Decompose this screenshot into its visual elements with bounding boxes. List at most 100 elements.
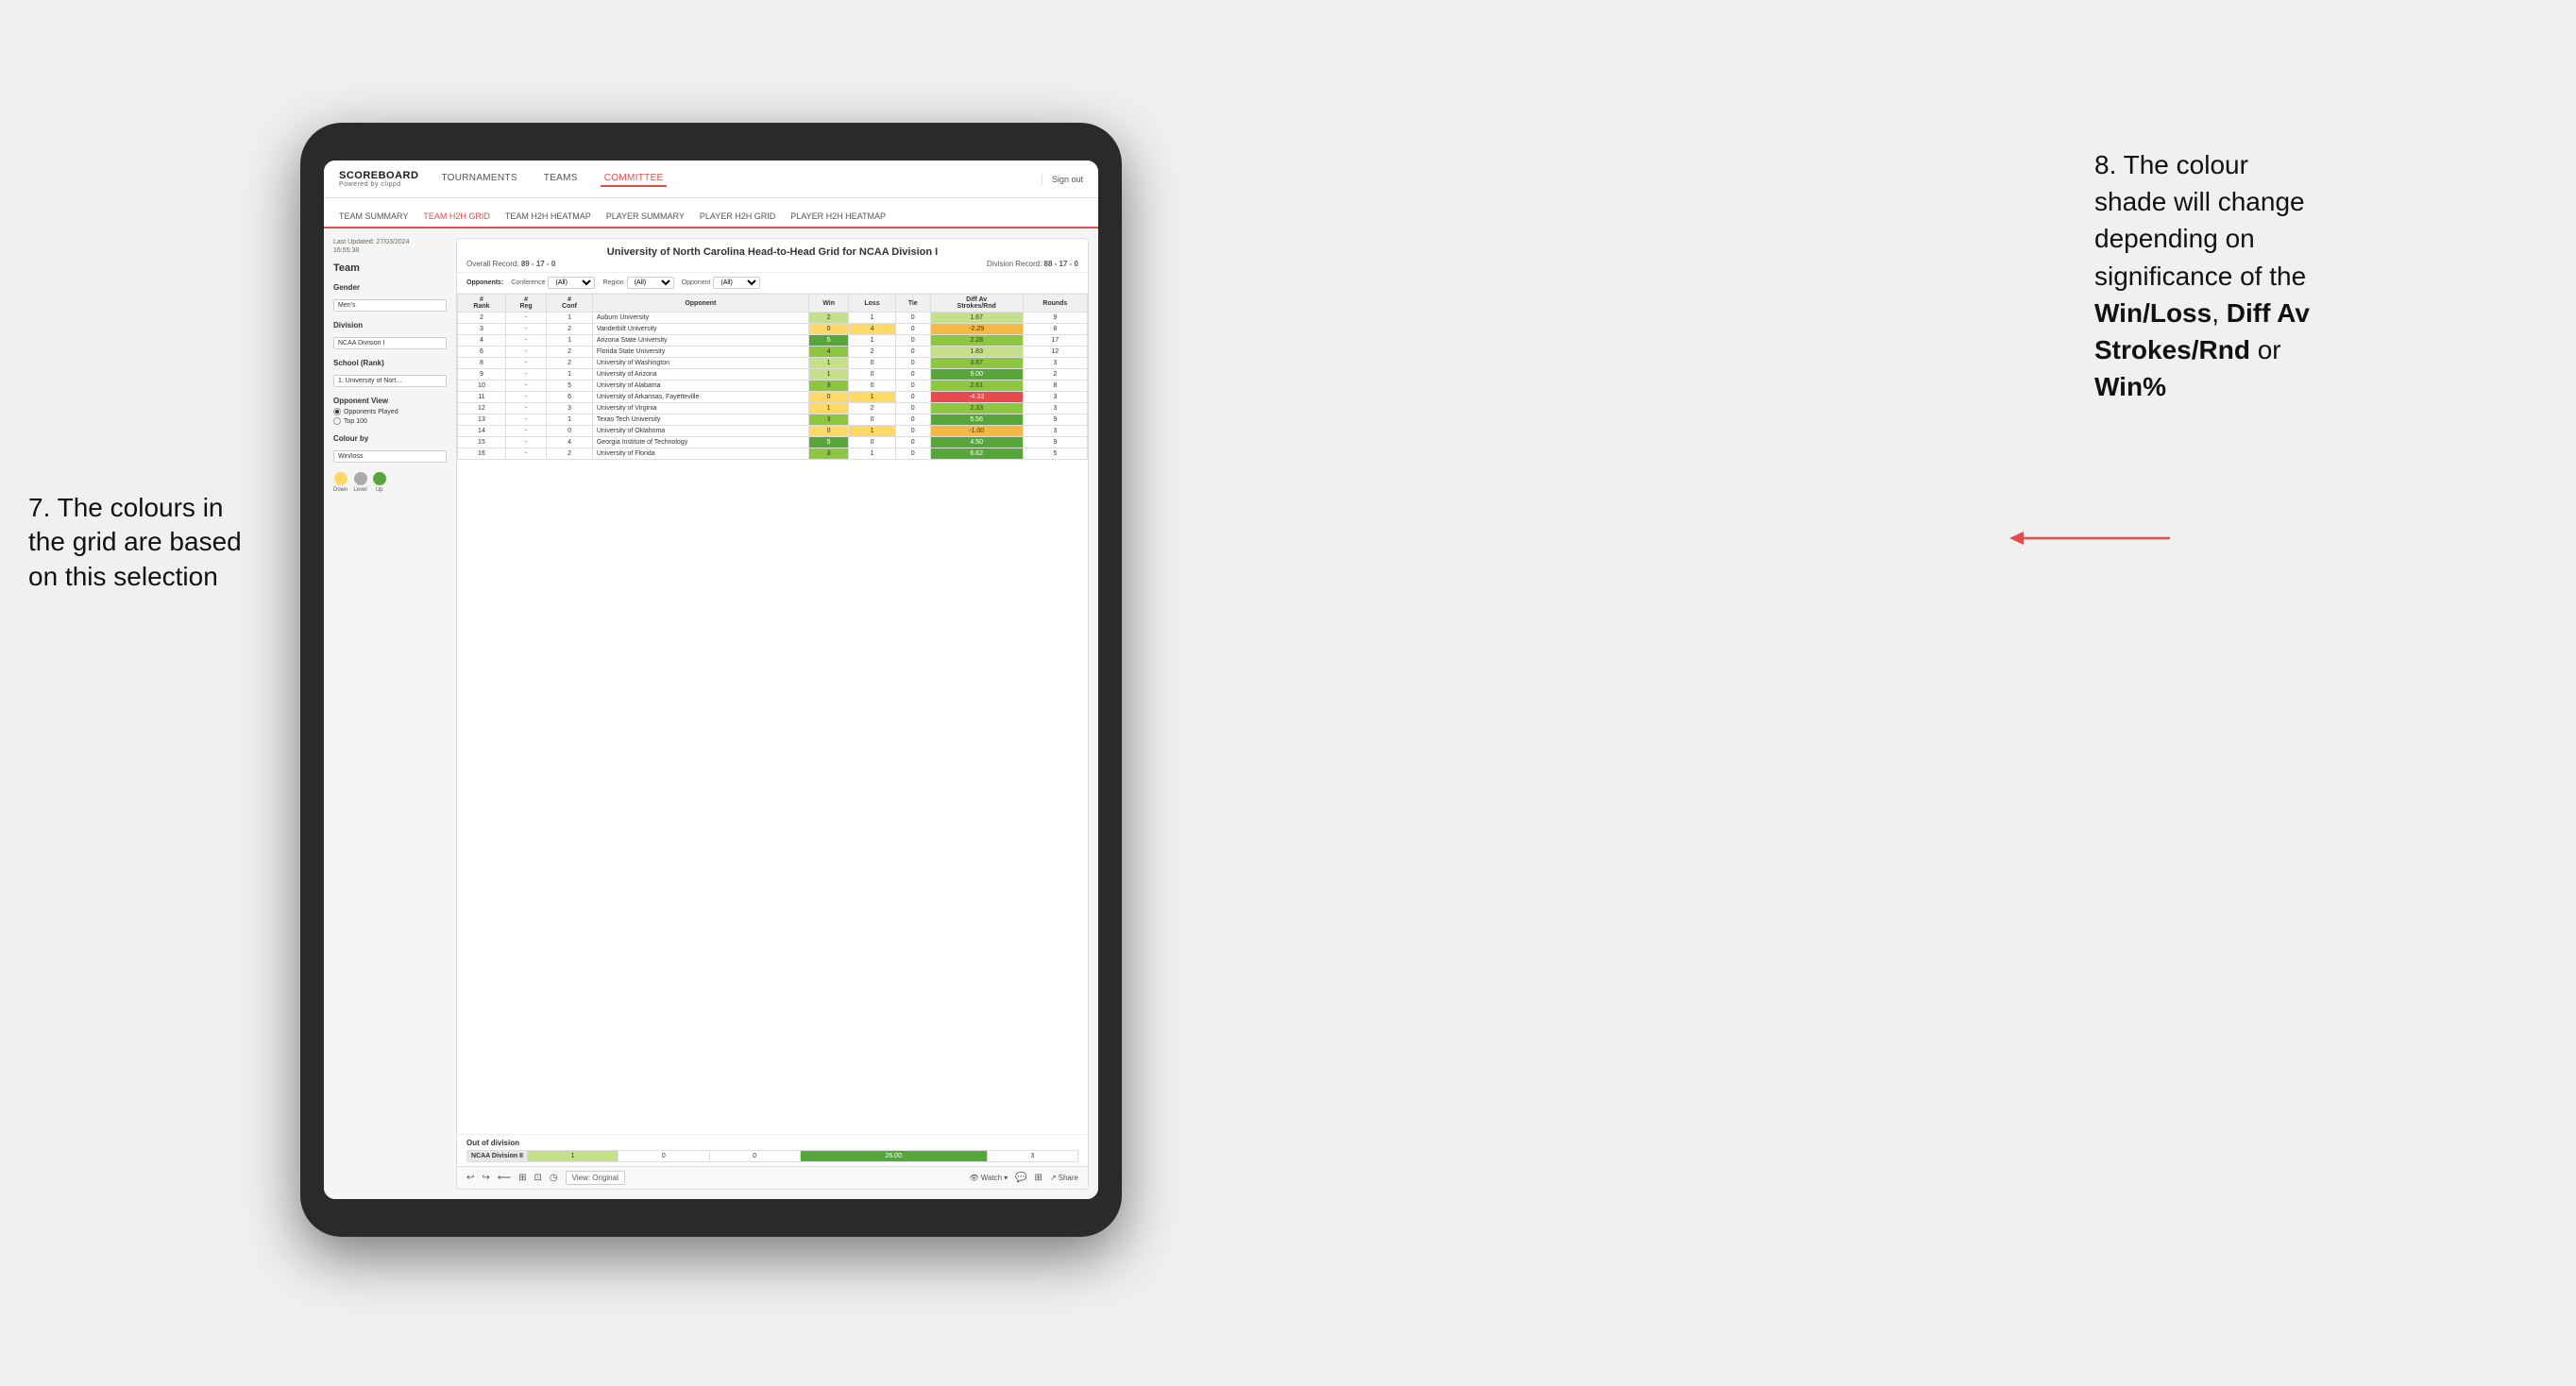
col-diff: Diff AvStrokes/Rnd [930,295,1023,313]
ood-diff: 26.00 [800,1151,987,1162]
cell-reg: - [505,392,546,403]
cell-diff: -1.00 [930,426,1023,437]
cell-loss: 1 [849,335,895,346]
logo-sub: Powered by clippd [339,181,418,189]
grid-panel: University of North Carolina Head-to-Hea… [456,238,1089,1190]
sub-nav-player-h2h-grid[interactable]: PLAYER H2H GRID [700,211,775,227]
table-row: 9 - 1 University of Arizona 1 0 0 9.00 2 [458,369,1088,380]
cell-tie: 0 [895,392,930,403]
legend-level: Level [353,472,366,493]
sub-nav-team-summary[interactable]: TEAM SUMMARY [339,211,408,227]
cell-loss: 0 [849,414,895,426]
colour-by-select[interactable]: Win/loss [333,450,447,463]
grid-subtitle: Overall Record: 89 - 17 - 0 Division Rec… [466,260,1078,268]
cell-rounds: 3 [1023,358,1087,369]
crop-icon[interactable]: ⊞ [518,1173,526,1183]
cell-conf: 2 [547,346,593,358]
logo-text: SCOREBOARD [339,170,418,181]
nav-bar: SCOREBOARD Powered by clippd TOURNAMENTS… [324,161,1098,198]
cell-win: 1 [808,358,848,369]
cell-rank: 9 [458,369,506,380]
cell-win: 0 [808,426,848,437]
opponent-select[interactable]: (All) [713,277,760,289]
cell-conf: 4 [547,437,593,448]
sign-out-link[interactable]: Sign out [1042,175,1083,184]
cell-loss: 0 [849,369,895,380]
sub-nav-team-h2h-grid[interactable]: TEAM H2H GRID [423,211,490,228]
undo-icon[interactable]: ↩ [466,1173,474,1183]
nav-teams[interactable]: TEAMS [540,171,582,187]
gender-select[interactable]: Men's [333,299,447,312]
cell-reg: - [505,324,546,335]
watch-button[interactable]: 👁 Watch ▾ [970,1174,1008,1182]
right-arrow [1991,515,2179,562]
colour-by-section: Colour by Win/loss [333,434,447,463]
timer-icon[interactable]: ◷ [550,1173,558,1183]
gender-label: Gender [333,283,447,292]
comment-icon[interactable]: 💬 [1015,1173,1026,1183]
table-row: 12 - 3 University of Virginia 1 2 0 2.33… [458,403,1088,414]
cell-opponent: Florida State University [592,346,808,358]
cell-rounds: 3 [1023,403,1087,414]
region-select[interactable]: (All) [627,277,674,289]
cell-tie: 0 [895,380,930,392]
school-select[interactable]: 1. University of Nort... [333,375,447,387]
grid-title: University of North Carolina Head-to-Hea… [466,246,1078,258]
redo-icon[interactable]: ↪ [482,1173,489,1183]
bottom-toolbar: ↩ ↪ ⟵ ⊞ ⊡ ◷ View: Original 👁 Watch ▾ 💬 ⊞ [457,1166,1088,1189]
sub-nav-player-h2h-heatmap[interactable]: PLAYER H2H HEATMAP [790,211,886,227]
cell-tie: 0 [895,403,930,414]
sub-nav-player-summary[interactable]: PLAYER SUMMARY [606,211,685,227]
radio-top100[interactable]: Top 100 [333,417,447,425]
cell-rounds: 5 [1023,448,1087,460]
nav-tournaments[interactable]: TOURNAMENTS [437,171,520,187]
cell-rank: 4 [458,335,506,346]
division-record-value: 88 - 17 - 0 [1044,260,1078,268]
logo: SCOREBOARD Powered by clippd [339,170,418,189]
share-button[interactable]: ↗ Share [1050,1174,1078,1182]
cell-conf: 6 [547,392,593,403]
ipad-device: SCOREBOARD Powered by clippd TOURNAMENTS… [300,123,1122,1237]
legend: Down Level Up [333,472,447,493]
cell-rank: 2 [458,313,506,324]
cell-loss: 1 [849,392,895,403]
cell-reg: - [505,380,546,392]
legend-label-up: Up [376,487,383,493]
select-icon[interactable]: ⊡ [534,1173,542,1183]
cell-win: 0 [808,324,848,335]
cell-tie: 0 [895,369,930,380]
cell-reg: - [505,426,546,437]
radio-dot-2 [333,417,341,425]
annotation-or: or [2250,335,2281,364]
radio-opponents-played[interactable]: Opponents Played [333,408,447,415]
region-label: Region [602,279,623,286]
sub-nav-team-h2h-heatmap[interactable]: TEAM H2H HEATMAP [505,211,591,227]
data-table: #Rank #Reg #Conf Opponent Win Loss Tie D… [457,294,1088,1134]
present-icon[interactable]: ⊞ [1035,1173,1042,1183]
cell-rounds: 3 [1023,392,1087,403]
cell-rank: 13 [458,414,506,426]
division-select[interactable]: NCAA Division I [333,337,447,349]
nav-committee[interactable]: COMMITTEE [601,171,668,187]
legend-down: Down [333,472,347,493]
cell-loss: 2 [849,403,895,414]
cell-loss: 0 [849,358,895,369]
cell-conf: 1 [547,369,593,380]
cell-diff: 4.50 [930,437,1023,448]
cell-opponent: University of Alabama [592,380,808,392]
cell-rank: 11 [458,392,506,403]
legend-dot-up [373,472,386,485]
colour-by-label: Colour by [333,434,447,443]
conference-select[interactable]: (All) [548,277,595,289]
nav-back-icon[interactable]: ⟵ [498,1173,511,1183]
cell-reg: - [505,414,546,426]
conference-label: Conference [511,279,545,286]
cell-win: 1 [808,403,848,414]
view-original-button[interactable]: View: Original [566,1171,625,1185]
grid-header: University of North Carolina Head-to-Hea… [457,239,1088,273]
overall-record: Overall Record: 89 - 17 - 0 [466,260,555,268]
cell-diff: 2.28 [930,335,1023,346]
sub-nav: TEAM SUMMARY TEAM H2H GRID TEAM H2H HEAT… [324,198,1098,228]
cell-rounds: 9 [1023,313,1087,324]
table-row: 6 - 2 Florida State University 4 2 0 1.8… [458,346,1088,358]
